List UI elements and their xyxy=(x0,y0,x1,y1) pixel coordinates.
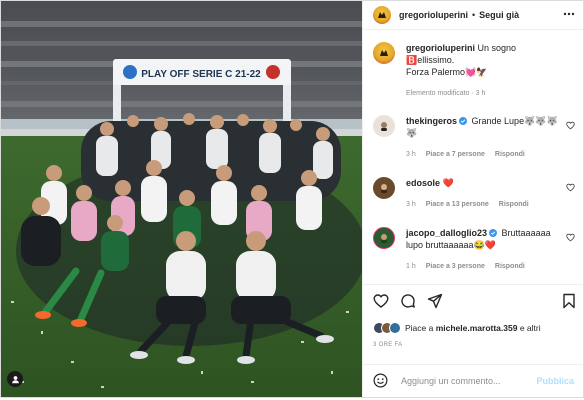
heart-icon[interactable] xyxy=(373,293,389,309)
comment-text: ❤️ xyxy=(442,178,454,188)
caption-author-avatar[interactable] xyxy=(373,42,395,64)
post-actions: Piace a michele.marotta.359 e altri 3 OR… xyxy=(363,284,583,364)
post-sidebar: gregorioluperini • Segui già gregoriolup… xyxy=(362,1,583,397)
comment-username[interactable]: thekingeros xyxy=(406,116,457,126)
add-comment-bar: Aggiungi un commento... Pubblica xyxy=(363,364,583,396)
comment-username[interactable]: edosole xyxy=(406,178,440,188)
comment-username[interactable]: jacopo_dalloglio23 xyxy=(406,228,487,238)
reply-button[interactable]: Rispondi xyxy=(495,261,525,273)
bookmark-icon[interactable] xyxy=(561,293,577,309)
more-icon[interactable] xyxy=(563,8,575,20)
caption-text: Un sogno xyxy=(477,43,517,53)
liker-username[interactable]: michele.marotta.359 xyxy=(436,323,518,333)
action-bar xyxy=(373,293,578,311)
comment-avatar[interactable] xyxy=(373,227,395,249)
comment-time: 1 h xyxy=(406,263,416,270)
caption-meta: Elemento modificato · 3 h xyxy=(406,90,486,97)
banner-text: PLAY OFF SERIE C 21-22 xyxy=(141,69,261,80)
comment-likes-count[interactable]: Piace a 13 persone xyxy=(426,199,489,211)
comment-like-heart-icon[interactable] xyxy=(566,121,575,130)
comments-list[interactable]: gregorioluperini Un sogno 🅱️ellissimo. F… xyxy=(363,29,583,283)
author-avatar[interactable] xyxy=(373,5,391,24)
emoji-icon[interactable] xyxy=(373,373,388,388)
comment-likes-count[interactable]: Piace a 7 persone xyxy=(426,149,485,161)
following-button[interactable]: Segui già xyxy=(479,10,519,20)
post-timestamp: 3 ORE FA xyxy=(373,342,403,348)
comment-text: Bruttaaaaaa xyxy=(501,228,551,238)
comment-time: 3 h xyxy=(406,151,416,158)
celebration-photo: PLAY OFF SERIE C 21-22 xyxy=(1,1,362,397)
comment-time: 3 h xyxy=(406,201,416,208)
caption-username[interactable]: gregorioluperini xyxy=(406,43,475,53)
post-photo[interactable]: PLAY OFF SERIE C 21-22 xyxy=(1,1,362,397)
reply-button[interactable]: Rispondi xyxy=(495,149,525,161)
comment-likes-count[interactable]: Piace a 3 persone xyxy=(426,261,485,273)
header-separator: • xyxy=(472,9,476,20)
verified-icon xyxy=(459,117,468,125)
comment-item: thekingeros Grande Lupe🐺🐺🐺🐺 3 h Piace a … xyxy=(363,115,583,161)
share-icon[interactable] xyxy=(427,293,443,309)
comment-input[interactable]: Aggiungi un commento... xyxy=(401,376,501,386)
comment-icon[interactable] xyxy=(400,293,416,309)
comment-avatar[interactable] xyxy=(373,115,395,137)
user-tag-icon[interactable] xyxy=(7,371,23,387)
comment-like-heart-icon[interactable] xyxy=(566,233,575,242)
liker-avatar xyxy=(389,322,401,334)
reply-button[interactable]: Rispondi xyxy=(499,199,529,211)
post-header: gregorioluperini • Segui già xyxy=(363,1,583,28)
comment-text-line2: lupo bruttaaaaaa😂❤️ xyxy=(406,240,496,250)
comment-item: jacopo_dalloglio23 Bruttaaaaaa lupo brut… xyxy=(363,227,583,273)
likes-summary[interactable]: Piace a michele.marotta.359 e altri xyxy=(373,322,541,334)
comment-item: edosole ❤️ 3 h Piace a 13 persone Rispon… xyxy=(363,177,583,211)
comment-avatar[interactable] xyxy=(373,177,395,199)
author-username[interactable]: gregorioluperini xyxy=(399,10,468,20)
caption-text-line3: Forza Palermo💓🦅 xyxy=(406,67,488,77)
instagram-post: PLAY OFF SERIE C 21-22 gregorioluperini … xyxy=(0,0,584,398)
likes-text[interactable]: Piace a michele.marotta.359 e altri xyxy=(405,323,541,333)
caption-text-line2: 🅱️ellissimo. xyxy=(406,55,455,65)
publish-button[interactable]: Pubblica xyxy=(536,376,574,386)
verified-icon xyxy=(489,229,498,237)
comment-like-heart-icon[interactable] xyxy=(566,183,575,192)
post-caption: gregorioluperini Un sogno 🅱️ellissimo. F… xyxy=(363,30,583,100)
